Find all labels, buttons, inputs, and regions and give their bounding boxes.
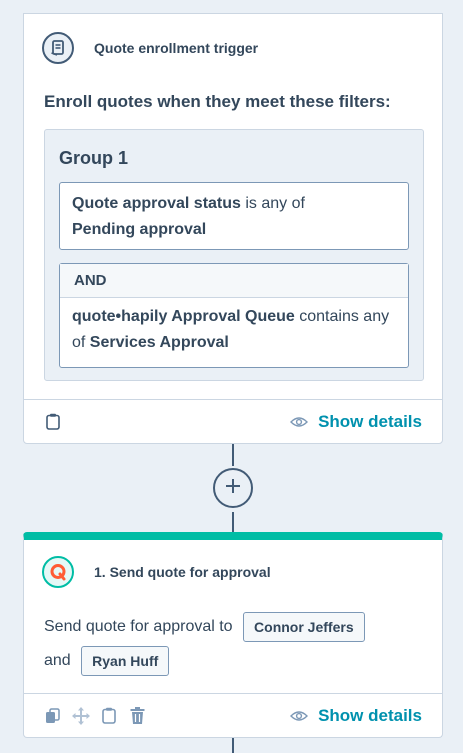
group-title: Group 1	[59, 148, 129, 168]
filter-approval-queue[interactable]: AND quote•hapily Approval Queue contains…	[59, 263, 409, 368]
enrollment-trigger-card[interactable]: Quote enrollment trigger Enroll quotes w…	[23, 13, 443, 444]
filter-body: quote•hapily Approval Queue contains any…	[60, 298, 408, 362]
action-description-text: Send quote for approval to	[44, 618, 233, 635]
clipboard-icon[interactable]	[100, 707, 118, 725]
clipboard-icon[interactable]	[44, 413, 62, 431]
action-card-footer: Show details	[24, 693, 442, 737]
action-title: 1. Send quote for approval	[94, 564, 271, 580]
move-icon[interactable]	[72, 706, 90, 725]
show-details-link[interactable]: Show details	[290, 412, 422, 432]
trigger-title: Quote enrollment trigger	[94, 40, 259, 56]
add-action-button[interactable]	[213, 468, 253, 508]
plus-icon	[224, 477, 242, 500]
filter-approval-status[interactable]: Quote approval status is any of Pending …	[59, 182, 409, 250]
action-card-header: 1. Send quote for approval	[24, 540, 442, 588]
show-details-link[interactable]: Show details	[290, 706, 422, 726]
trash-icon[interactable]	[128, 707, 146, 725]
trigger-card-header: Quote enrollment trigger	[24, 14, 442, 64]
flow-connector	[232, 444, 234, 466]
filter-property: Quote approval status	[72, 195, 241, 212]
eye-icon	[290, 710, 309, 722]
and-text: and	[44, 652, 71, 669]
filter-value: Services Approval	[89, 334, 229, 351]
enroll-heading: Enroll quotes when they meet these filte…	[44, 92, 391, 111]
filter-property: quote•hapily Approval Queue	[72, 308, 295, 325]
clone-icon[interactable]	[44, 707, 62, 725]
trigger-card-footer: Show details	[24, 399, 442, 443]
and-label: AND	[60, 264, 408, 298]
approver-chip[interactable]: Connor Jeffers	[243, 611, 365, 642]
filter-group: Group 1 Quote approval status is any of …	[44, 129, 424, 381]
filter-value: Pending approval	[72, 221, 207, 238]
filter-operator: is any of	[240, 195, 305, 212]
hapily-q-icon	[42, 556, 74, 588]
send-quote-action-card[interactable]: 1. Send quote for approval Send quote fo…	[23, 532, 443, 738]
action-description: Send quote for approval to Connor Jeffer…	[44, 610, 434, 678]
document-scroll-icon	[42, 32, 74, 64]
show-details-label: Show details	[318, 411, 422, 431]
show-details-label: Show details	[318, 705, 422, 725]
eye-icon	[290, 416, 309, 428]
flow-connector	[232, 738, 234, 753]
flow-connector	[232, 512, 234, 532]
approver-chip[interactable]: Ryan Huff	[81, 645, 170, 676]
